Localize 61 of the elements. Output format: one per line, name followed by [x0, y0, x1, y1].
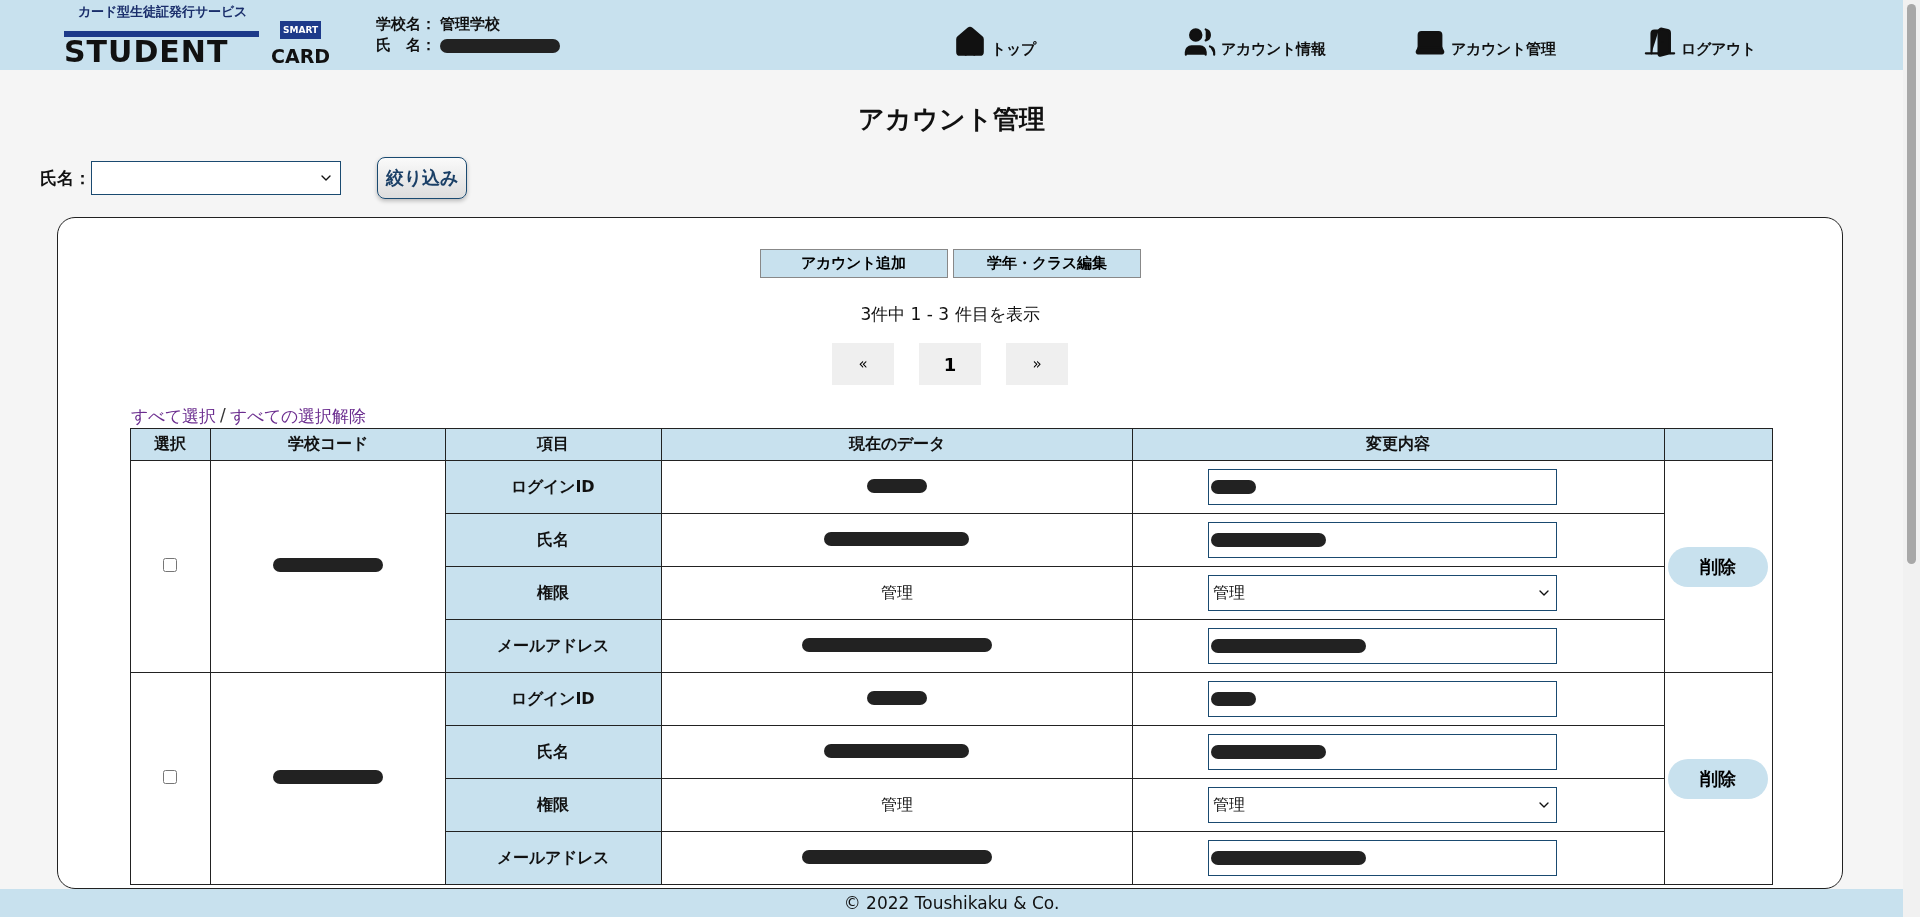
field-label: 権限: [445, 778, 661, 832]
action-button[interactable]: アカウント追加: [759, 249, 948, 278]
people-icon: [1183, 25, 1217, 59]
row-checkbox[interactable]: [163, 770, 177, 784]
filter-label: 氏名：: [40, 166, 91, 190]
school-label: 学校名：: [376, 15, 436, 34]
door-icon: [1643, 25, 1677, 59]
scrollbar-thumb[interactable]: [1907, 4, 1916, 564]
redaction-mark: [1210, 692, 1256, 706]
table-cell: 管理: [661, 566, 1132, 620]
nav-link[interactable]: アカウント情報: [1183, 11, 1413, 59]
field-label: メールアドレス: [445, 619, 661, 673]
role-select[interactable]: 管理: [1207, 787, 1557, 823]
column-header: 選択: [130, 428, 210, 461]
footer-copyright: © 2022 Toushikaku & Co.: [0, 889, 1903, 917]
logo-badge: SMART: [280, 21, 322, 39]
page-button[interactable]: «: [832, 343, 894, 385]
input-field[interactable]: [1207, 734, 1557, 770]
field-label: 権限: [445, 566, 661, 620]
user-label: 氏 名：: [376, 36, 436, 55]
row-checkbox[interactable]: [163, 558, 177, 572]
select-all-link[interactable]: すべて選択: [131, 405, 216, 428]
logo-wordmark: STUDENT: [64, 37, 230, 67]
field-label: メールアドレス: [445, 831, 661, 885]
logo-subtitle: CARD: [271, 45, 331, 67]
field-label: 氏名: [445, 725, 661, 779]
redaction-mark: [866, 690, 927, 705]
name-select[interactable]: [91, 161, 341, 195]
role-select[interactable]: 管理: [1207, 575, 1557, 611]
school-name: 管理学校: [440, 15, 500, 34]
column-header: 現在のデータ: [661, 428, 1132, 461]
logo-tagline: カード型生徒証発行サービス: [77, 3, 248, 21]
input-field[interactable]: [1207, 469, 1557, 505]
column-header: 学校コード: [210, 428, 445, 461]
input-field[interactable]: [1207, 840, 1557, 876]
home-icon: [953, 25, 987, 59]
page-button[interactable]: »: [1006, 343, 1068, 385]
table-cell: 管理: [661, 778, 1132, 832]
deselect-all-link[interactable]: すべての選択解除: [229, 405, 366, 428]
nav-link[interactable]: トップ: [953, 11, 1183, 59]
field-label: 氏名: [445, 513, 661, 567]
delete-button[interactable]: 削除: [1668, 546, 1768, 587]
page-button[interactable]: 1: [919, 343, 981, 385]
input-field[interactable]: [1207, 522, 1557, 558]
result-count: 3件中 1 - 3 件目を表示: [860, 303, 1040, 326]
field-label: ログインID: [445, 460, 661, 514]
page-title: アカウント管理: [857, 103, 1046, 136]
filter-button[interactable]: 絞り込み: [377, 157, 467, 199]
field-label: ログインID: [445, 672, 661, 726]
delete-button[interactable]: 削除: [1668, 758, 1768, 799]
action-button[interactable]: 学年・クラス編集: [952, 249, 1141, 278]
scrollbar[interactable]: [1903, 0, 1920, 917]
input-field[interactable]: [1207, 628, 1557, 664]
column-header: 変更内容: [1132, 428, 1664, 461]
input-field[interactable]: [1207, 681, 1557, 717]
redaction-mark: [1210, 480, 1256, 494]
redaction-mark: [866, 478, 927, 493]
nav-link[interactable]: アカウント管理: [1413, 11, 1643, 59]
column-header: 項目: [445, 428, 661, 461]
nav-link[interactable]: ログアウト: [1643, 11, 1873, 59]
link-separator: /: [220, 405, 226, 427]
